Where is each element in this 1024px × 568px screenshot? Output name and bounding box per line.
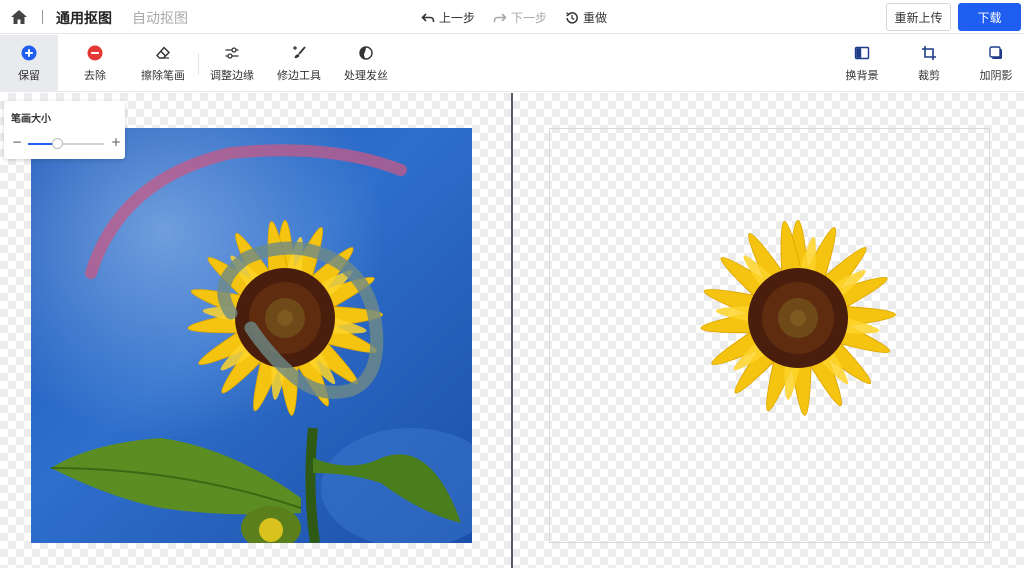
tool-adjust-edge[interactable]: 调整边缘 [203, 35, 261, 92]
brush-size-title: 笔画大小 [11, 114, 51, 125]
background-icon [854, 46, 870, 59]
editing-toolbar: 保留 去除 擦除笔画 调整边缘 修边工具 处理发丝 换背景 裁剪 加阴影 [0, 35, 1024, 92]
plus-circle-icon [21, 45, 37, 60]
undo-label: 上一步 [439, 11, 476, 25]
brush-icon [293, 45, 306, 58]
crop-icon [922, 45, 936, 60]
redo-button[interactable]: 下一步 [493, 9, 547, 26]
tool-hair[interactable]: 处理发丝 [337, 35, 395, 92]
result-sunflower [700, 220, 896, 416]
redo-label: 下一步 [511, 11, 548, 25]
brush-decrease-button[interactable]: − [12, 136, 22, 148]
tool-trim-label: 修边工具 [277, 68, 321, 82]
tab-general-cutout[interactable]: 通用抠图 [56, 8, 112, 37]
brush-slider-handle[interactable] [51, 138, 63, 149]
tool-keep[interactable]: 保留 [0, 35, 58, 92]
tool-remove-label: 去除 [84, 68, 106, 82]
tool-shadow-label: 加阴影 [979, 68, 1013, 82]
brush-increase-button[interactable]: + [111, 136, 121, 148]
top-bar: 通用抠图 自动抠图 上一步 下一步 重做 重新上传 下载 [0, 0, 1024, 37]
source-image[interactable] [31, 128, 472, 543]
download-button[interactable]: 下载 [958, 3, 1021, 31]
home-icon[interactable] [10, 8, 28, 26]
reupload-button[interactable]: 重新上传 [886, 3, 951, 31]
tool-remove[interactable]: 去除 [66, 35, 124, 92]
undo-button[interactable]: 上一步 [421, 9, 475, 26]
tool-crop-label: 裁剪 [918, 68, 940, 82]
sliders-icon [225, 46, 239, 59]
brush-size-panel: 笔画大小 − + [4, 101, 125, 159]
brush-size-slider[interactable] [28, 138, 104, 149]
tool-add-shadow[interactable]: 加阴影 [972, 35, 1020, 92]
shadow-icon [989, 45, 1002, 59]
tool-crop[interactable]: 裁剪 [905, 35, 953, 92]
history-icon [566, 11, 578, 24]
eraser-icon [156, 45, 170, 59]
tool-erase-stroke[interactable]: 擦除笔画 [134, 35, 192, 92]
reset-button[interactable]: 重做 [565, 9, 607, 26]
tool-background-label: 换背景 [845, 68, 879, 82]
tool-erase-label: 擦除笔画 [141, 68, 185, 82]
tool-hair-label: 处理发丝 [344, 68, 388, 82]
tool-trim[interactable]: 修边工具 [270, 35, 328, 92]
redo-icon [493, 12, 507, 22]
tool-keep-label: 保留 [18, 68, 40, 82]
result-image[interactable] [549, 128, 990, 543]
undo-icon [421, 12, 435, 22]
reset-label: 重做 [583, 11, 608, 25]
tool-change-background[interactable]: 换背景 [838, 35, 886, 92]
hair-icon [359, 45, 373, 60]
tab-auto-cutout[interactable]: 自动抠图 [132, 8, 188, 28]
minus-circle-icon [87, 45, 103, 60]
toolbar-separator [198, 53, 199, 75]
tool-adjust-label: 调整边缘 [210, 68, 254, 82]
header-separator [42, 10, 43, 24]
compare-divider[interactable] [511, 93, 513, 568]
